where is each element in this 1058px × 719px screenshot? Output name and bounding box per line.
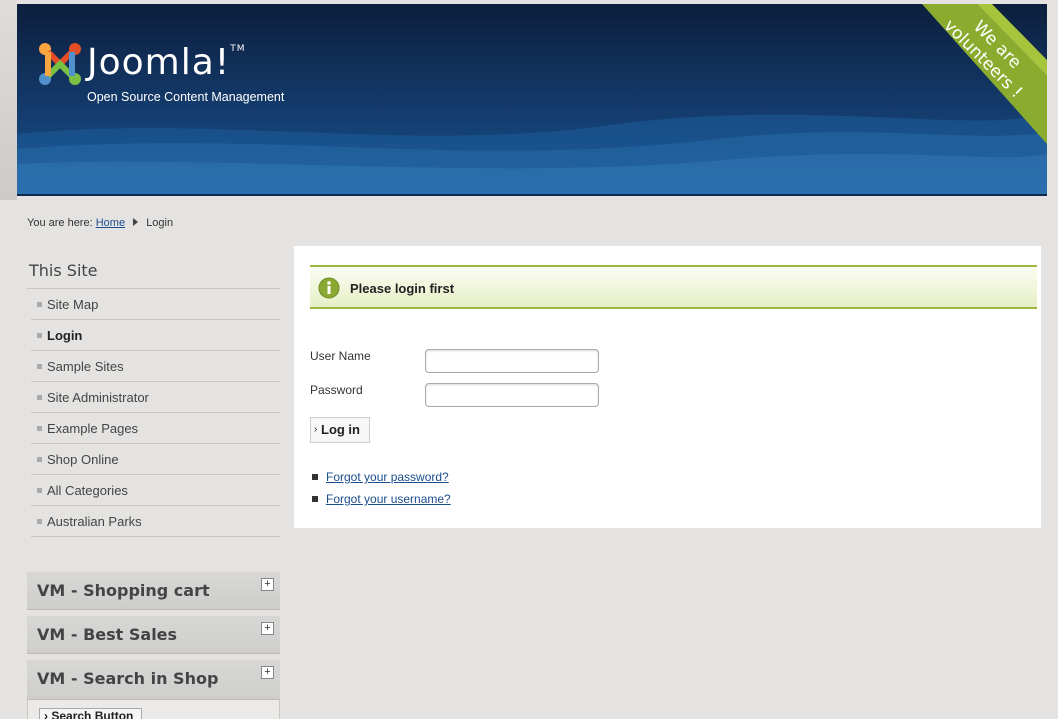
left-margin [0, 0, 17, 200]
breadcrumb-prefix: You are here: [27, 217, 93, 229]
info-icon [318, 277, 340, 299]
bullet-icon [37, 302, 42, 308]
logo-wordmark[interactable]: Joomla!TM [87, 42, 246, 83]
bullet-icon [37, 395, 42, 401]
bullet-icon [37, 364, 42, 370]
sidebar-item-australian-parks[interactable]: Australian Parks [31, 506, 280, 537]
bullet-icon [37, 519, 42, 525]
sidebar-item-site-administrator[interactable]: Site Administrator [31, 382, 280, 413]
vm-search-module[interactable]: VM - Search in Shop + [27, 660, 280, 700]
module-title: VM - Shopping cart [37, 581, 210, 600]
module-title: VM - Search in Shop [37, 669, 219, 688]
login-button[interactable]: › Log in [310, 417, 370, 443]
bullet-icon [37, 488, 42, 494]
login-panel: Please login first User Name Password › … [294, 246, 1041, 528]
breadcrumb-arrow-icon [133, 218, 139, 227]
bullet-icon [37, 457, 42, 463]
vm-search-content: › Search Button [27, 700, 280, 719]
sidebar-item-site-map[interactable]: Site Map [31, 289, 280, 320]
help-links: Forgot your password? Forgot your userna… [312, 470, 451, 514]
module-title: VM - Best Sales [37, 625, 178, 644]
password-field[interactable] [425, 383, 599, 407]
list-item: Forgot your password? [312, 470, 451, 492]
vm-best-sales-module[interactable]: VM - Best Sales + [27, 616, 280, 654]
list-item: Forgot your username? [312, 492, 451, 514]
sidebar-item-example-pages[interactable]: Example Pages [31, 413, 280, 444]
notice-text: Please login first [350, 281, 455, 296]
site-header: Joomla!TM Open Source Content Management… [17, 4, 1047, 196]
notice-message: Please login first [310, 265, 1037, 309]
right-margin [1047, 0, 1058, 200]
site-tagline: Open Source Content Management [87, 90, 285, 104]
expand-icon[interactable]: + [261, 666, 274, 679]
forgot-password-link[interactable]: Forgot your password? [326, 470, 449, 484]
joomla-logo-icon[interactable] [36, 40, 84, 93]
vm-shopping-cart-module[interactable]: VM - Shopping cart + [27, 572, 280, 610]
sidebar-title: This Site [27, 255, 280, 289]
bullet-icon [37, 333, 42, 339]
sidebar-item-all-categories[interactable]: All Categories [31, 475, 280, 506]
breadcrumb: You are here: Home Login [27, 217, 173, 229]
sidebar-menu: This Site Site Map Login Sample Sites Si… [27, 255, 280, 537]
expand-icon[interactable]: + [261, 578, 274, 591]
sidebar-item-sample-sites[interactable]: Sample Sites [31, 351, 280, 382]
sidebar-item-login[interactable]: Login [31, 320, 280, 351]
chevron-right-icon: › [314, 424, 318, 435]
username-field[interactable] [425, 349, 599, 373]
bullet-icon [312, 473, 318, 480]
bullet-icon [312, 495, 318, 502]
expand-icon[interactable]: + [261, 622, 274, 635]
sidebar-item-shop-online[interactable]: Shop Online [31, 444, 280, 475]
forgot-username-link[interactable]: Forgot your username? [326, 492, 451, 506]
breadcrumb-home-link[interactable]: Home [96, 217, 125, 229]
breadcrumb-current: Login [146, 217, 174, 229]
sidebar-list: Site Map Login Sample Sites Site Adminis… [27, 289, 280, 537]
username-label: User Name [310, 349, 371, 363]
search-button[interactable]: › Search Button [39, 708, 142, 719]
password-label: Password [310, 383, 363, 397]
bullet-icon [37, 426, 42, 432]
